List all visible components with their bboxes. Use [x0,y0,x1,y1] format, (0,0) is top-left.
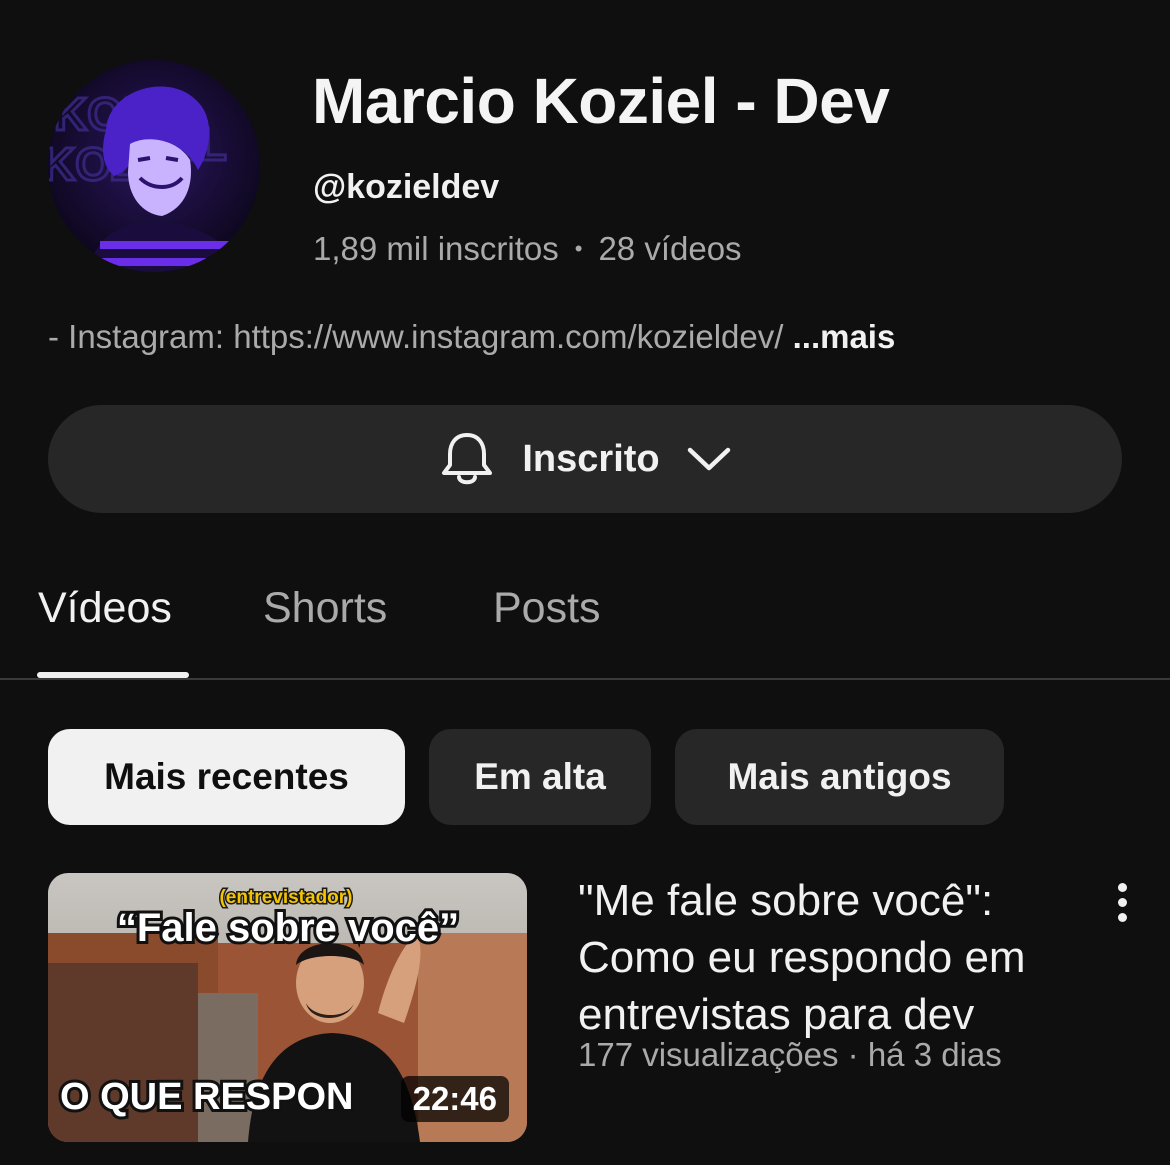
description-text: - Instagram: https://www.instagram.com/k… [48,318,784,355]
chip-em-alta[interactable]: Em alta [429,729,651,825]
more-link[interactable]: ...mais [793,318,896,355]
thumb-bottom-text: O QUE RESPON [60,1076,354,1118]
chevron-down-icon [686,444,732,474]
subscriber-count: 1,89 mil inscritos [313,230,559,267]
video-title[interactable]: "Me fale sobre você": Como eu respondo e… [578,872,1078,1043]
kebab-dot [1117,882,1127,892]
tabs-divider [0,678,1170,680]
channel-avatar[interactable]: KOZ KOZ EL [48,60,260,272]
kebab-dot [1117,897,1127,907]
channel-page: KOZ KOZ EL Marcio Koziel - Dev @kozielde… [0,0,1170,1165]
video-meta: 177 visualizações · há 3 dias [578,1036,1002,1073]
video-duration: 22:46 [400,1076,509,1122]
more-vert-icon[interactable] [1104,878,1140,926]
channel-tabs: Vídeos Shorts Posts [0,560,1170,680]
video-count: 28 vídeos [598,230,742,267]
tab-videos[interactable]: Vídeos [38,584,172,633]
tab-shorts[interactable]: Shorts [263,584,387,633]
subscribed-label: Inscrito [522,437,660,480]
kebab-dot [1117,912,1127,922]
channel-stats: 1,89 mil inscritos • 28 vídeos [313,230,742,268]
tab-posts[interactable]: Posts [493,584,601,633]
channel-handle: @kozieldev [313,168,500,206]
channel-name: Marcio Koziel - Dev [312,65,890,137]
bell-icon [438,429,496,489]
avatar-image: KOZ KOZ EL [48,60,260,272]
separator-dot: • [574,236,583,261]
thumb-small-text: (entrevistador) [219,887,352,908]
channel-description[interactable]: - Instagram: https://www.instagram.com/k… [48,318,895,356]
chip-mais-antigos[interactable]: Mais antigos [675,729,1004,825]
video-thumbnail[interactable]: (entrevistador) “Fale sobre você” O QUE … [48,873,527,1142]
chip-mais-recentes[interactable]: Mais recentes [48,729,405,825]
thumb-headline: “Fale sobre você” [117,906,459,950]
subscribed-button[interactable]: Inscrito [48,405,1122,513]
